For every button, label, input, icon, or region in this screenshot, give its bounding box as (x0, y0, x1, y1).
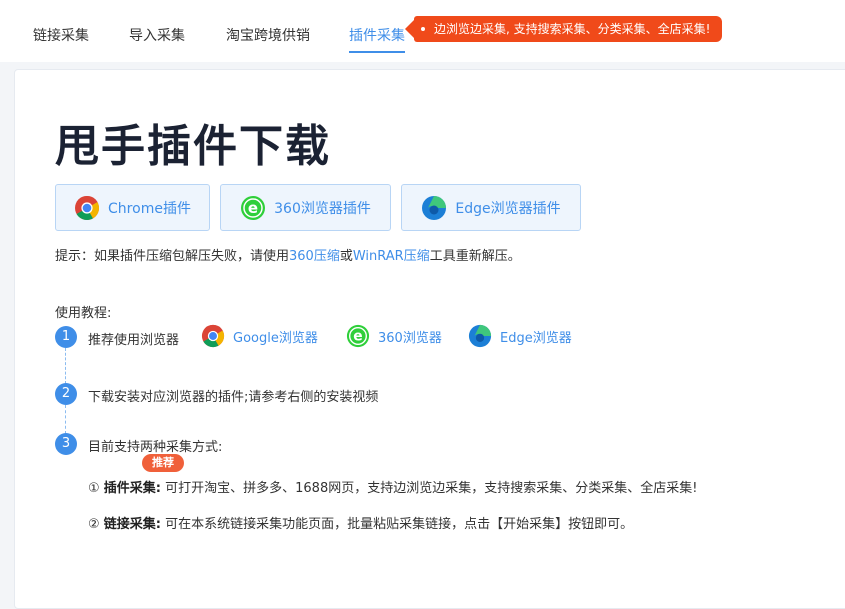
svg-text:e: e (353, 329, 362, 345)
step-number-3: 3 (55, 433, 77, 455)
tutorial-label: 使用教程: (55, 306, 112, 321)
method-desc: 可在本系统链接采集功能页面，批量粘贴采集链接，点击【开始采集】按钮即可。 (165, 517, 634, 532)
edge-plugin-download-button[interactable]: Edge浏览器插件 (401, 184, 581, 231)
top-tab-bar: 链接采集 导入采集 淘宝跨境供销 插件采集 边浏览边采集, 支持搜索采集、分类采… (0, 0, 845, 62)
tip-prefix: 提示：如果插件压缩包解压失败，请使用 (55, 249, 290, 264)
google-browser-link[interactable]: Google浏览器 (201, 324, 318, 348)
unzip-tip: 提示：如果插件压缩包解压失败，请使用360压缩或WinRAR压缩工具重新解压。 (55, 245, 521, 264)
method-marker: ① (88, 481, 100, 496)
edge-icon (421, 195, 447, 221)
chrome-plugin-label: Chrome插件 (108, 200, 191, 217)
edge-icon (468, 324, 492, 348)
tip-mid: 或 (339, 249, 353, 264)
svg-text:e: e (248, 199, 258, 217)
page-title: 甩手插件下载 (55, 121, 331, 172)
360-browser-link[interactable]: e 360浏览器 (346, 324, 442, 348)
360-plugin-download-button[interactable]: e 360浏览器插件 (220, 184, 391, 231)
360-browser-icon: e (240, 195, 266, 221)
promo-text: 边浏览边采集, 支持搜索采集、分类采集、全店采集! (434, 22, 711, 36)
recommend-badge: 推荐 (142, 454, 184, 472)
step-connector (65, 348, 66, 384)
step-text-1: 推荐使用浏览器 (88, 333, 180, 348)
step-connector (65, 405, 66, 434)
promo-tag: 边浏览边采集, 支持搜索采集、分类采集、全店采集! (404, 16, 723, 42)
360-browser-icon: e (346, 324, 370, 348)
edge-browser-link[interactable]: Edge浏览器 (468, 324, 572, 348)
chrome-icon (201, 324, 225, 348)
edge-plugin-label: Edge浏览器插件 (455, 200, 561, 217)
winrar-link[interactable]: WinRAR压缩 (353, 249, 430, 264)
step-text-3: 目前支持两种采集方式: (88, 440, 223, 455)
360-plugin-label: 360浏览器插件 (274, 200, 371, 217)
chrome-icon (74, 195, 100, 221)
360-browser-label: 360浏览器 (378, 330, 442, 346)
google-browser-label: Google浏览器 (233, 330, 318, 346)
method-name: 链接采集: (103, 517, 161, 532)
tip-suffix: 工具重新解压。 (429, 249, 521, 264)
active-tab-indicator (349, 51, 405, 53)
step-number-2: 2 (55, 383, 77, 405)
method-link-collect: ② 链接采集: 可在本系统链接采集功能页面，批量粘贴采集链接，点击【开始采集】按… (88, 513, 633, 532)
tab-import-collect[interactable]: 导入采集 (129, 25, 185, 45)
step-text-2: 下载安装对应浏览器的插件;请参考右侧的安装视频 (88, 390, 379, 405)
edge-browser-label: Edge浏览器 (500, 330, 572, 346)
method-desc: 可打开淘宝、拼多多、1688网页，支持边浏览边采集，支持搜索采集、分类采集、全店… (165, 481, 698, 496)
chrome-plugin-download-button[interactable]: Chrome插件 (55, 184, 210, 231)
method-plugin-collect: ① 插件采集: 可打开淘宝、拼多多、1688网页，支持边浏览边采集，支持搜索采集… (88, 477, 697, 496)
plugin-download-card: 甩手插件下载 Chrome插件 e 360浏览器插件 Edge浏览器插件 提示：… (14, 69, 845, 609)
tab-plugin-collect[interactable]: 插件采集 (349, 25, 405, 45)
step-number-1: 1 (55, 326, 77, 348)
tab-taobao-crossborder[interactable]: 淘宝跨境供销 (226, 25, 310, 45)
tab-link-collect[interactable]: 链接采集 (33, 25, 89, 45)
promo-dot (421, 27, 425, 31)
360-zip-link[interactable]: 360压缩 (289, 249, 340, 264)
method-name: 插件采集: (103, 481, 161, 496)
method-marker: ② (88, 517, 100, 532)
